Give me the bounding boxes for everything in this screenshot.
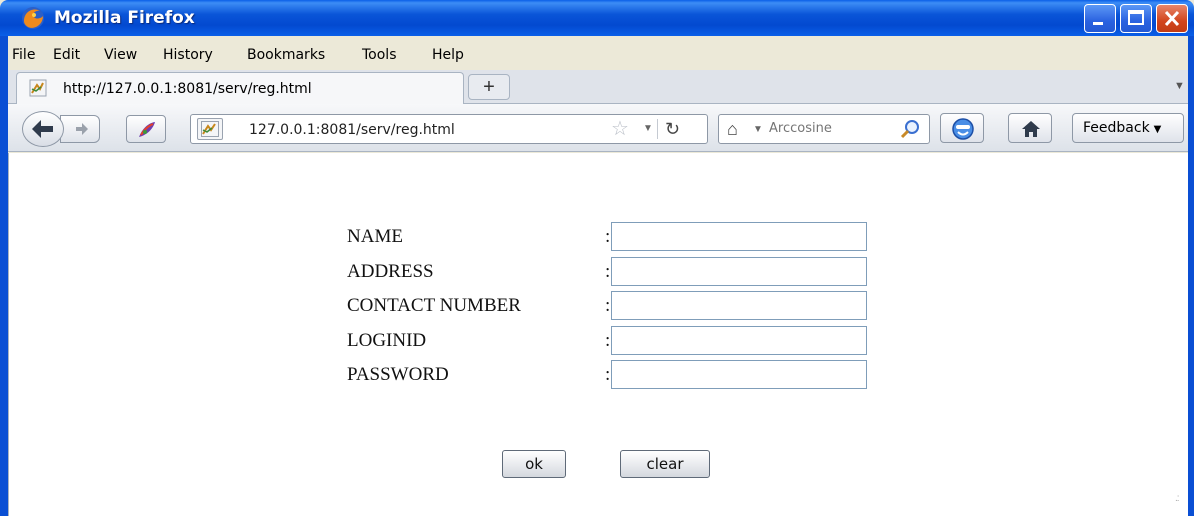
feedback-label: Feedback: [1083, 120, 1150, 136]
addon-icon: [139, 122, 155, 137]
contact-number-colon: :: [605, 295, 611, 316]
tab-title: http://127.0.0.1:8081/serv/reg.html: [63, 81, 312, 97]
address-label: ADDRESS: [347, 261, 434, 282]
search-bar[interactable]: ⌂ ▼: [718, 114, 930, 144]
name-colon: :: [605, 226, 611, 247]
feedback-button[interactable]: Feedback ▼: [1072, 113, 1184, 143]
menu-bar: File Edit View History Bookmarks Tools H…: [8, 38, 1188, 68]
menu-view[interactable]: View: [104, 47, 137, 63]
tab-strip: http://127.0.0.1:8081/serv/reg.html + ▼: [8, 70, 1188, 104]
resize-grip-icon[interactable]: .:: [1175, 493, 1179, 504]
maximize-icon: [1128, 10, 1144, 25]
close-button[interactable]: [1156, 4, 1188, 33]
url-separator: [657, 119, 658, 139]
name-label: NAME: [347, 226, 403, 247]
clear-button[interactable]: clear: [620, 450, 710, 478]
form-row-password: PASSWORD :: [347, 360, 877, 390]
loginid-input[interactable]: [611, 326, 867, 355]
ok-button[interactable]: ok: [502, 450, 566, 478]
url-history-dropdown-icon[interactable]: ▼: [643, 123, 653, 134]
search-engine-dropdown-icon[interactable]: ▼: [753, 124, 763, 135]
form-row-address: ADDRESS :: [347, 257, 877, 287]
maximize-button[interactable]: [1120, 4, 1152, 33]
contact-number-input[interactable]: [611, 291, 867, 320]
reload-icon[interactable]: ↻: [665, 119, 680, 139]
password-input[interactable]: [611, 360, 867, 389]
back-icon: [32, 120, 53, 138]
magnifier-icon[interactable]: [899, 118, 921, 140]
back-button[interactable]: [22, 111, 64, 147]
tabs-list-arrow-icon[interactable]: ▼: [1174, 80, 1185, 92]
form-row-loginid: LOGINID :: [347, 326, 877, 356]
window-title: Mozilla Firefox: [54, 8, 195, 28]
forward-icon: [76, 123, 88, 135]
menu-edit[interactable]: Edit: [53, 47, 80, 63]
form-row-contact-number: CONTACT NUMBER :: [347, 291, 877, 321]
window-frame-right: [1188, 36, 1194, 516]
menu-file[interactable]: File: [12, 47, 35, 63]
browser-window: Mozilla Firefox File Edit View History B…: [0, 0, 1194, 516]
page-content: NAME : ADDRESS : CONTACT NUMBER : LOGINI…: [8, 153, 1188, 516]
contact-number-label: CONTACT NUMBER: [347, 295, 521, 316]
addon-button[interactable]: [126, 115, 166, 143]
home-icon[interactable]: ⌂: [727, 118, 738, 140]
minimize-button[interactable]: [1084, 4, 1116, 33]
window-frame-left: [0, 36, 8, 516]
new-tab-button[interactable]: +: [468, 74, 510, 100]
address-colon: :: [605, 261, 611, 282]
feedback-smiley-button[interactable]: [940, 113, 984, 143]
site-identity-button[interactable]: [197, 118, 223, 140]
loginid-colon: :: [605, 330, 611, 351]
close-icon: [1164, 10, 1180, 27]
navigation-bar: 127.0.0.1:8081/serv/reg.html ☆ ▼ ↻ ⌂ ▼ A…: [8, 104, 1188, 152]
password-colon: :: [605, 364, 611, 385]
feedback-dropdown-icon: ▼: [1153, 124, 1162, 135]
password-label: PASSWORD: [347, 364, 449, 385]
menu-history[interactable]: History: [163, 47, 213, 63]
name-input[interactable]: [611, 222, 867, 251]
home-button[interactable]: [1008, 113, 1052, 143]
firefox-logo-icon: [22, 7, 44, 29]
menu-help[interactable]: Help: [432, 47, 464, 63]
page-icon: [29, 79, 47, 97]
page-icon: [201, 121, 219, 137]
url-bar[interactable]: 127.0.0.1:8081/serv/reg.html ☆ ▼ ↻: [190, 114, 708, 144]
minimize-icon: [1093, 22, 1103, 25]
search-input[interactable]: [769, 121, 889, 136]
title-bar[interactable]: Mozilla Firefox: [0, 0, 1194, 36]
menu-tools[interactable]: Tools: [362, 47, 397, 63]
address-input[interactable]: [611, 257, 867, 286]
home-icon: [1022, 121, 1040, 137]
forward-button[interactable]: [60, 115, 100, 143]
url-text[interactable]: 127.0.0.1:8081/serv/reg.html: [249, 122, 455, 138]
smiley-icon: [952, 118, 974, 140]
form-row-name: NAME :: [347, 222, 877, 252]
star-icon[interactable]: ☆: [611, 119, 629, 139]
loginid-label: LOGINID: [347, 330, 427, 351]
tab-current[interactable]: http://127.0.0.1:8081/serv/reg.html: [16, 72, 464, 104]
menu-bookmarks[interactable]: Bookmarks: [247, 47, 325, 63]
